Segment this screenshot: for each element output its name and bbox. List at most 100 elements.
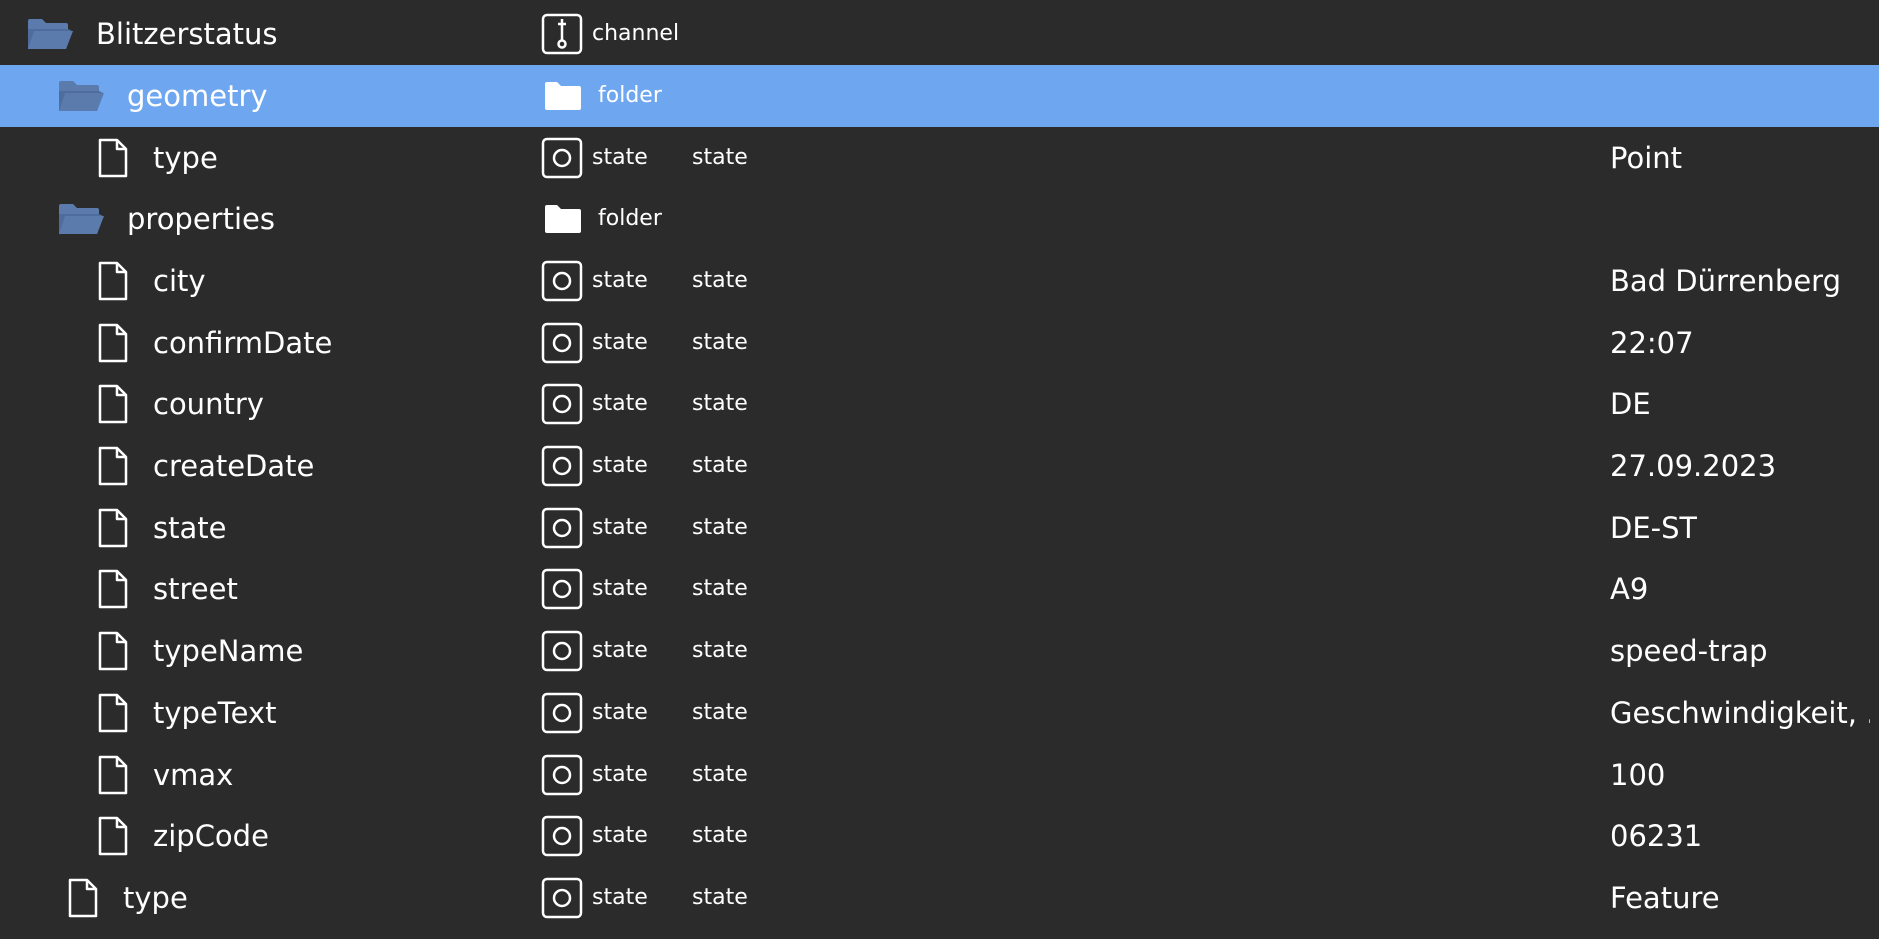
role-label: state xyxy=(692,638,748,663)
object-tree: Blitzerstatus channel geometry folder ty… xyxy=(0,0,1879,939)
tree-row-vmax[interactable]: vmax state state 100 xyxy=(0,744,1879,806)
tree-node-name: type xyxy=(153,141,218,175)
folder-icon xyxy=(544,188,582,250)
file-icon xyxy=(97,127,129,189)
type-label: folder xyxy=(598,83,662,108)
file-icon xyxy=(67,867,99,929)
role-label: state xyxy=(692,268,748,293)
tree-row-state[interactable]: state state state DE-ST xyxy=(0,497,1879,559)
role-label: state xyxy=(692,145,748,170)
folder-open-icon[interactable] xyxy=(57,65,105,127)
type-label: state xyxy=(592,515,648,540)
file-icon xyxy=(97,250,129,312)
type-label: channel xyxy=(592,21,680,46)
type-label: state xyxy=(592,268,648,293)
state-value: Bad Dürrenberg xyxy=(1610,264,1841,298)
channel-icon xyxy=(541,3,583,65)
role-label: state xyxy=(692,700,748,725)
tree-row-country[interactable]: country state state DE xyxy=(0,373,1879,435)
tree-row-city[interactable]: city state state Bad Dürrenberg xyxy=(0,250,1879,312)
state-icon xyxy=(541,435,583,497)
file-icon xyxy=(97,558,129,620)
tree-row-confirmdate[interactable]: confirmDate state state 22:07 xyxy=(0,312,1879,374)
state-icon xyxy=(541,373,583,435)
type-label: state xyxy=(592,823,648,848)
file-icon xyxy=(97,497,129,559)
type-label: state xyxy=(592,638,648,663)
tree-row-typename[interactable]: typeName state state speed-trap xyxy=(0,620,1879,682)
role-label: state xyxy=(692,453,748,478)
tree-node-name: street xyxy=(153,572,238,606)
role-label: state xyxy=(692,762,748,787)
type-label: state xyxy=(592,145,648,170)
tree-node-name: zipCode xyxy=(153,819,269,853)
tree-node-name: Blitzerstatus xyxy=(96,17,278,51)
role-label: state xyxy=(692,823,748,848)
state-icon xyxy=(541,312,583,374)
state-value: DE-ST xyxy=(1610,511,1698,545)
tree-node-name: type xyxy=(123,881,188,915)
tree-row-geometry-type[interactable]: type state state Point xyxy=(0,127,1879,189)
folder-icon xyxy=(544,65,582,127)
role-label: state xyxy=(692,885,748,910)
file-icon xyxy=(97,682,129,744)
tree-row-street[interactable]: street state state A9 xyxy=(0,558,1879,620)
file-icon xyxy=(97,620,129,682)
tree-node-name: confirmDate xyxy=(153,326,333,360)
tree-node-name: city xyxy=(153,264,206,298)
state-icon xyxy=(541,620,583,682)
tree-node-name: typeText xyxy=(153,696,277,730)
type-label: folder xyxy=(598,206,662,231)
tree-node-name: geometry xyxy=(127,79,268,113)
state-value: 27.09.2023 xyxy=(1610,449,1777,483)
tree-row-properties[interactable]: properties folder xyxy=(0,188,1879,250)
state-value: 06231 xyxy=(1610,819,1703,853)
state-value: DE xyxy=(1610,387,1651,421)
type-label: state xyxy=(592,885,648,910)
tree-row-createdate[interactable]: createDate state state 27.09.2023 xyxy=(0,435,1879,497)
state-value: Feature xyxy=(1610,881,1720,915)
type-label: state xyxy=(592,700,648,725)
tree-node-name: country xyxy=(153,387,264,421)
state-icon xyxy=(541,558,583,620)
tree-row-type[interactable]: type state state Feature xyxy=(0,867,1879,929)
state-value: Geschwindigkeit, ... xyxy=(1610,696,1870,730)
tree-node-name: state xyxy=(153,511,227,545)
tree-node-name: vmax xyxy=(153,758,234,792)
type-label: state xyxy=(592,576,648,601)
state-icon xyxy=(541,682,583,744)
file-icon xyxy=(97,312,129,374)
folder-open-icon[interactable] xyxy=(57,188,105,250)
state-value: A9 xyxy=(1610,572,1649,606)
role-label: state xyxy=(692,515,748,540)
tree-row-blitzerstatus[interactable]: Blitzerstatus channel xyxy=(0,3,1879,65)
tree-row-zipcode[interactable]: zipCode state state 06231 xyxy=(0,805,1879,867)
state-icon xyxy=(541,497,583,559)
tree-row-typetext[interactable]: typeText state state Geschwindigkeit, ..… xyxy=(0,682,1879,744)
role-label: state xyxy=(692,391,748,416)
tree-row-geometry[interactable]: geometry folder xyxy=(0,65,1879,127)
folder-open-icon[interactable] xyxy=(26,3,74,65)
state-icon xyxy=(541,250,583,312)
state-value: 100 xyxy=(1610,758,1666,792)
state-value: speed-trap xyxy=(1610,634,1768,668)
file-icon xyxy=(97,805,129,867)
tree-node-name: createDate xyxy=(153,449,315,483)
type-label: state xyxy=(592,330,648,355)
state-value: Point xyxy=(1610,141,1683,175)
tree-node-name: typeName xyxy=(153,634,304,668)
type-label: state xyxy=(592,453,648,478)
state-value: 22:07 xyxy=(1610,326,1694,360)
role-label: state xyxy=(692,576,748,601)
file-icon xyxy=(97,435,129,497)
type-label: state xyxy=(592,762,648,787)
state-icon xyxy=(541,744,583,806)
state-icon xyxy=(541,127,583,189)
file-icon xyxy=(97,744,129,806)
state-icon xyxy=(541,867,583,929)
state-icon xyxy=(541,805,583,867)
tree-node-name: properties xyxy=(127,202,275,236)
type-label: state xyxy=(592,391,648,416)
file-icon xyxy=(97,373,129,435)
role-label: state xyxy=(692,330,748,355)
